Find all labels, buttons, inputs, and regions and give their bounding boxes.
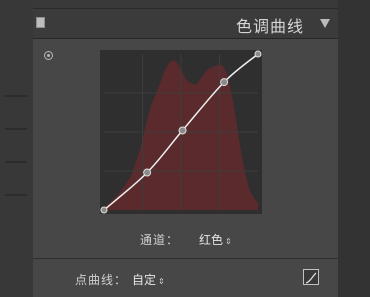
target-adjustment-icon[interactable]	[44, 51, 53, 60]
curve-control-point[interactable]	[220, 78, 229, 87]
panel-collapse-arrow-icon[interactable]	[320, 19, 330, 28]
edit-point-curve-icon[interactable]	[303, 269, 319, 285]
edge-tick	[5, 95, 27, 97]
edge-tick	[5, 128, 27, 130]
tone-curve-svg[interactable]	[100, 50, 262, 214]
point-curve-select[interactable]: 自定 ⇕	[132, 271, 165, 288]
up-down-arrows-icon[interactable]: ⇕	[158, 277, 165, 286]
curve-control-point[interactable]	[143, 168, 152, 177]
point-curve-label: 点曲线：	[75, 273, 128, 287]
edit-curve-glyph	[305, 272, 317, 284]
previous-panel-edge	[33, 0, 338, 9]
channel-value[interactable]: 红色	[199, 233, 223, 247]
curve-control-point[interactable]	[100, 206, 108, 214]
scrollbar-track[interactable]	[338, 0, 370, 297]
channel-label: 通道：	[140, 233, 180, 247]
left-panel-edge	[0, 0, 33, 297]
up-down-arrows-icon[interactable]: ⇕	[225, 237, 232, 246]
panel-title: 色调曲线	[235, 17, 304, 36]
curve-control-point[interactable]	[254, 50, 262, 58]
tone-curve-panel-body: 通道： 红色 ⇕ 点曲线： 自定 ⇕	[33, 39, 338, 297]
channel-select[interactable]: 红色 ⇕	[199, 231, 232, 248]
point-curve-value[interactable]: 自定	[132, 273, 156, 287]
edge-tick	[5, 194, 27, 196]
curve-control-point[interactable]	[178, 126, 187, 135]
tone-curve-panel-header[interactable]: 色调曲线	[33, 9, 338, 39]
edge-tick	[5, 161, 27, 163]
tone-curve-graph[interactable]	[100, 50, 262, 214]
collapse-toggle-icon[interactable]	[36, 17, 45, 28]
divider	[33, 258, 338, 259]
